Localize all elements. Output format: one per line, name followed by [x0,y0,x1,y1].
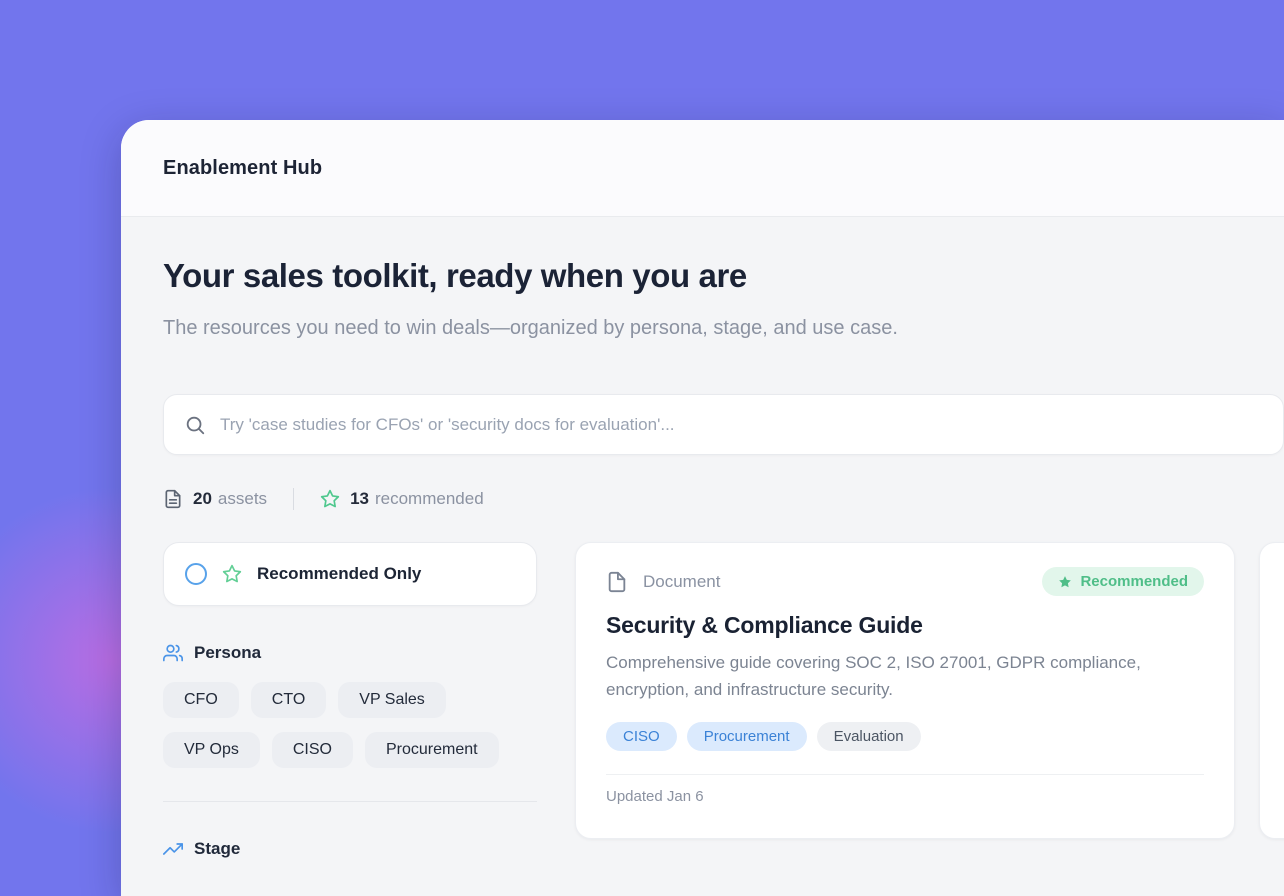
star-outline-icon [222,564,242,584]
card-tags: CISO Procurement Evaluation [606,722,1204,751]
persona-chip-vp-sales[interactable]: VP Sales [338,682,446,718]
card-type-label: Document [643,572,720,592]
file-text-icon [163,489,183,509]
filters-sidebar: Recommended Only Persona CFO CTO VP Sale… [163,542,537,859]
persona-chips: CFO CTO VP Sales VP Ops CISO Procurement [163,682,537,768]
tag-ciso: CISO [606,722,677,751]
persona-chip-vp-ops[interactable]: VP Ops [163,732,260,768]
star-filled-icon [1058,575,1072,589]
users-icon [163,643,183,663]
assets-count: 20 [193,489,212,509]
card-description: Comprehensive guide covering SOC 2, ISO … [606,649,1186,703]
search-input[interactable] [220,415,1263,435]
persona-section-header: Persona [163,643,537,663]
file-icon [606,571,628,593]
app-title: Enablement Hub [163,157,322,180]
recommended-only-toggle[interactable]: Recommended Only [163,542,537,606]
page-title: Your sales toolkit, ready when you are [163,255,1284,297]
persona-chip-cfo[interactable]: CFO [163,682,239,718]
panel-content: Your sales toolkit, ready when you are T… [121,217,1284,859]
panel-header: Enablement Hub [121,120,1284,217]
stats-divider [293,488,294,510]
search-icon [184,414,206,436]
persona-chip-cto[interactable]: CTO [251,682,326,718]
stage-section-label: Stage [194,839,240,859]
main-area: Recommended Only Persona CFO CTO VP Sale… [163,542,1284,859]
search-bar[interactable] [163,394,1284,455]
assets-label: assets [218,489,267,509]
tag-procurement: Procurement [687,722,807,751]
recommended-badge-label: Recommended [1080,573,1188,590]
star-outline-icon [320,489,340,509]
trending-up-icon [163,839,183,859]
persona-section-label: Persona [194,643,261,663]
tag-evaluation: Evaluation [817,722,921,751]
recommended-count: 13 [350,489,369,509]
card-updated: Updated Jan 6 [606,774,1204,805]
stage-section-header: Stage [163,839,537,859]
stats-row: 20 assets 13 recommended [163,488,1284,510]
enablement-hub-panel: Enablement Hub Your sales toolkit, ready… [121,120,1284,896]
asset-card-security-compliance-guide[interactable]: Document Recommended Security & Complian… [575,542,1235,839]
card-type: Document [606,571,720,593]
asset-card-partial[interactable] [1259,542,1284,839]
persona-chip-procurement[interactable]: Procurement [365,732,499,768]
sidebar-divider [163,801,537,802]
card-top-row: Document Recommended [606,567,1204,596]
recommended-label: recommended [375,489,484,509]
page-subtitle: The resources you need to win deals—orga… [163,313,903,344]
toggle-circle-icon[interactable] [185,563,207,585]
recommended-only-label: Recommended Only [257,564,421,584]
card-title: Security & Compliance Guide [606,612,1204,639]
persona-chip-ciso[interactable]: CISO [272,732,353,768]
recommended-badge: Recommended [1042,567,1204,596]
asset-cards: Document Recommended Security & Complian… [575,542,1284,839]
